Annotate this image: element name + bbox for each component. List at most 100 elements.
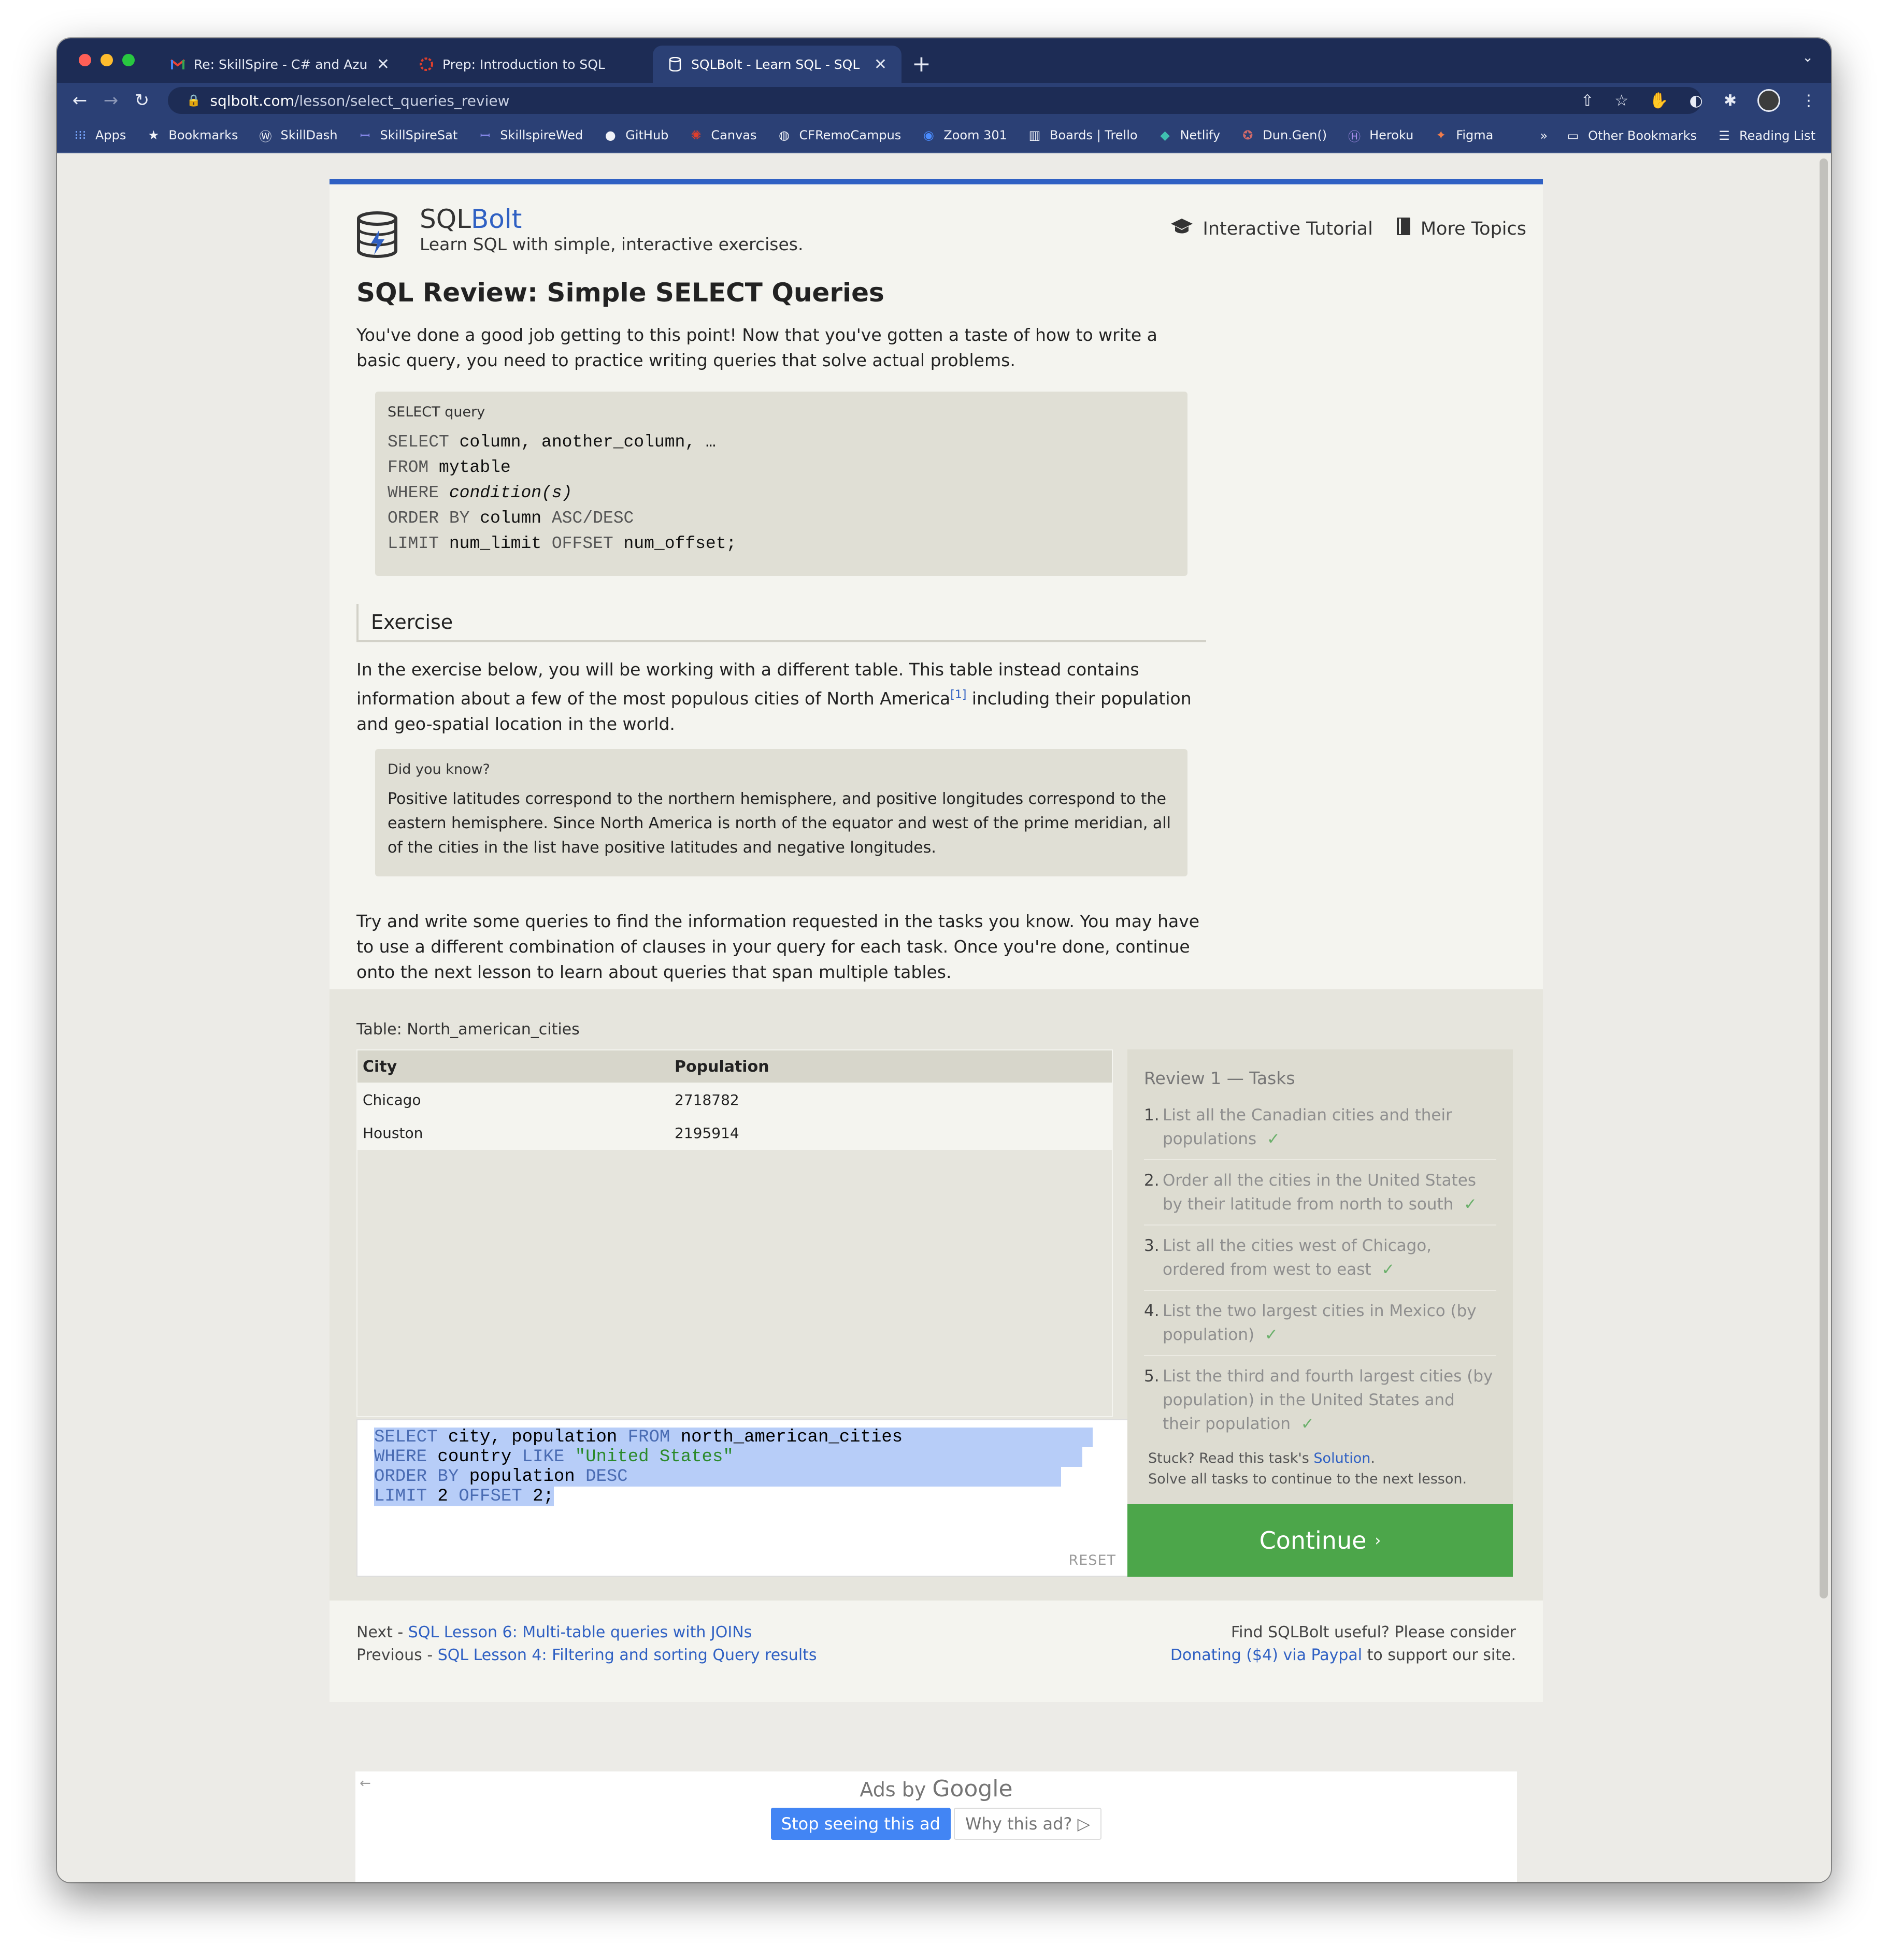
avatar[interactable] [1757,89,1780,112]
tasks-header: Review 1 — Tasks [1144,1068,1295,1088]
bookmark-label: Bookmarks [168,128,238,142]
ad-buttons: Stop seeing this ad Why this ad? ▷ [355,1808,1517,1840]
code-text: num_limit [439,534,552,553]
chevron-down-icon[interactable]: ⌄ [1802,50,1813,65]
netlify-icon: ◆ [1160,128,1170,142]
dungen-icon: ✪ [1242,128,1253,142]
next-lesson-link[interactable]: SQL Lesson 6: Multi-table queries with J… [408,1623,752,1641]
bookmark-skilldash[interactable]: Ⓦ SkillDash [257,127,337,144]
bookmark-bookmarks[interactable]: ★ Bookmarks [146,127,238,143]
list-item[interactable]: 1. List all the Canadian cities and their… [1144,1103,1496,1160]
bookmark-canvas[interactable]: ✺ Canvas [688,127,756,143]
bookmark-dungen[interactable]: ✪ Dun.Gen() [1240,127,1327,143]
brand-bolt: Bolt [470,204,522,234]
forward-arrow-icon[interactable]: → [95,90,126,111]
table-cell: Houston [363,1124,423,1142]
donation-note: Find SQLBolt useful? Please consider Don… [1170,1621,1516,1667]
list-item[interactable]: 4. List the two largest cities in Mexico … [1144,1299,1496,1356]
share-icon[interactable]: ⇧ [1581,92,1594,110]
bookmark-cfremocampus[interactable]: ◍ CFRemoCampus [777,127,901,143]
bookmarks-overflow-button[interactable]: » [1540,128,1548,143]
bookmark-apps[interactable]: ⁝⁝⁝ Apps [73,127,126,143]
task-text: Order all the cities in the United State… [1163,1171,1477,1214]
hint-text: . [1370,1450,1376,1466]
donate-link[interactable]: Donating ($4) via Paypal [1170,1646,1362,1664]
did-you-know-caption: Did you know? [388,761,490,777]
code-keyword: OFFSET [551,534,613,553]
bookmark-figma[interactable]: ✦ Figma [1433,127,1493,143]
code-keyword: FROM [388,458,429,477]
tab-gmail[interactable]: Re: SkillSpire - C# and Azure - ✕ [155,46,404,83]
code-text: 2; [522,1487,554,1506]
stuck-hint: Stuck? Read this task's Solution. Solve … [1148,1448,1467,1490]
exercise-heading: Exercise [356,604,1206,642]
continue-button[interactable]: Continue › [1127,1504,1513,1577]
list-item[interactable]: 2. Order all the cities in the United Sta… [1144,1169,1496,1226]
zoom-window-button[interactable] [122,54,135,66]
ads-by-google: Ads by Google [355,1776,1517,1802]
address-bar[interactable]: 🔒 sqlbolt.com/lesson/select_queries_revi… [168,87,1701,114]
query-editor[interactable]: SELECT city, population FROM north_ameri… [356,1419,1128,1577]
lesson-closing: Try and write some queries to find the i… [356,911,1200,982]
new-tab-icon[interactable]: + [912,49,931,80]
minimize-window-button[interactable] [101,54,113,66]
close-tab-icon[interactable]: ✕ [377,55,390,74]
nav-more-topics[interactable]: More Topics [1396,217,1526,241]
close-window-button[interactable] [79,54,91,66]
bookmark-label: GitHub [625,128,669,142]
list-item[interactable]: 3. List all the cities west of Chicago, o… [1144,1234,1496,1291]
code-text: num_offset; [613,534,737,553]
reading-list[interactable]: ☰ Reading List [1716,128,1815,143]
bookmark-netlify[interactable]: ◆ Netlify [1157,127,1220,143]
tab-sqlbolt[interactable]: SQLBolt - Learn SQL - SQL Re ✕ [653,46,901,83]
bookmark-skillspiresat[interactable]: ꟷ SkillSpireSat [357,127,458,143]
site-brand[interactable]: SQLBolt [420,204,522,234]
back-arrow-icon[interactable]: ← [64,90,95,111]
bookmarks-right: » ▭ Other Bookmarks ☰ Reading List [1540,118,1815,153]
lock-icon: 🔒 [187,94,201,107]
other-bookmarks[interactable]: ▭ Other Bookmarks [1565,128,1697,143]
table-cell: 2718782 [675,1091,739,1108]
stop-seeing-ad-button[interactable]: Stop seeing this ad [770,1808,951,1840]
solution-link[interactable]: Solution [1313,1450,1370,1466]
column-header: Population [675,1057,769,1076]
bookmark-zoom[interactable]: ◉ Zoom 301 [921,127,1007,143]
nav-interactive-tutorial[interactable]: Interactive Tutorial [1170,217,1373,241]
extension-circle-icon[interactable]: ◐ [1690,92,1703,110]
google-logo: Google [932,1776,1013,1802]
checkmark-icon: ✓ [1464,1195,1478,1214]
query-text[interactable]: SELECT city, population FROM north_ameri… [374,1428,1093,1506]
star-icon[interactable]: ☆ [1614,92,1628,110]
bookmark-label: Dun.Gen() [1263,128,1327,142]
bookmark-trello[interactable]: ▥ Boards | Trello [1027,127,1138,143]
bookmark-label: Zoom 301 [943,128,1007,142]
previous-lesson-link[interactable]: SQL Lesson 4: Filtering and sorting Quer… [438,1646,817,1664]
why-this-ad-button[interactable]: Why this ad? ▷ [953,1808,1102,1840]
globe-icon: ◍ [779,128,790,142]
bookmark-skillspirewed[interactable]: ꟷ SkillspireWed [477,127,583,143]
puzzle-icon[interactable]: ✱ [1724,92,1737,110]
footnote-link[interactable]: [1] [950,688,966,701]
scrollbar[interactable] [1820,158,1828,1598]
kebab-menu-icon[interactable]: ⋮ [1801,92,1816,110]
tab-label: SQLBolt - Learn SQL - SQL Re [691,56,865,72]
task-text: List all the Canadian cities and their p… [1163,1106,1452,1148]
brand-sql: SQL [420,204,471,234]
code-text: mytable [428,458,511,477]
checkmark-icon: ✓ [1264,1325,1278,1344]
column-header: City [363,1057,397,1076]
chevron-right-icon: › [1375,1531,1381,1550]
task-list: 1. List all the Canadian cities and their… [1144,1103,1496,1452]
bookmark-heroku[interactable]: Ⓗ Heroku [1347,127,1413,144]
reload-icon[interactable]: ↻ [126,90,158,111]
list-item[interactable]: 5. List the third and fourth largest citi… [1144,1364,1496,1444]
graduation-cap-icon [1170,218,1194,240]
table-cell: Chicago [363,1091,421,1108]
bookmark-github[interactable]: ● GitHub [603,127,669,143]
close-tab-icon[interactable]: ✕ [874,55,887,74]
heroku-icon: Ⓗ [1348,129,1361,144]
table-row: Houston 2195914 [357,1117,1112,1150]
extension-hand-icon[interactable]: ✋ [1649,92,1668,110]
reset-button[interactable]: RESET [1068,1552,1116,1568]
task-number: 2. [1144,1171,1160,1190]
